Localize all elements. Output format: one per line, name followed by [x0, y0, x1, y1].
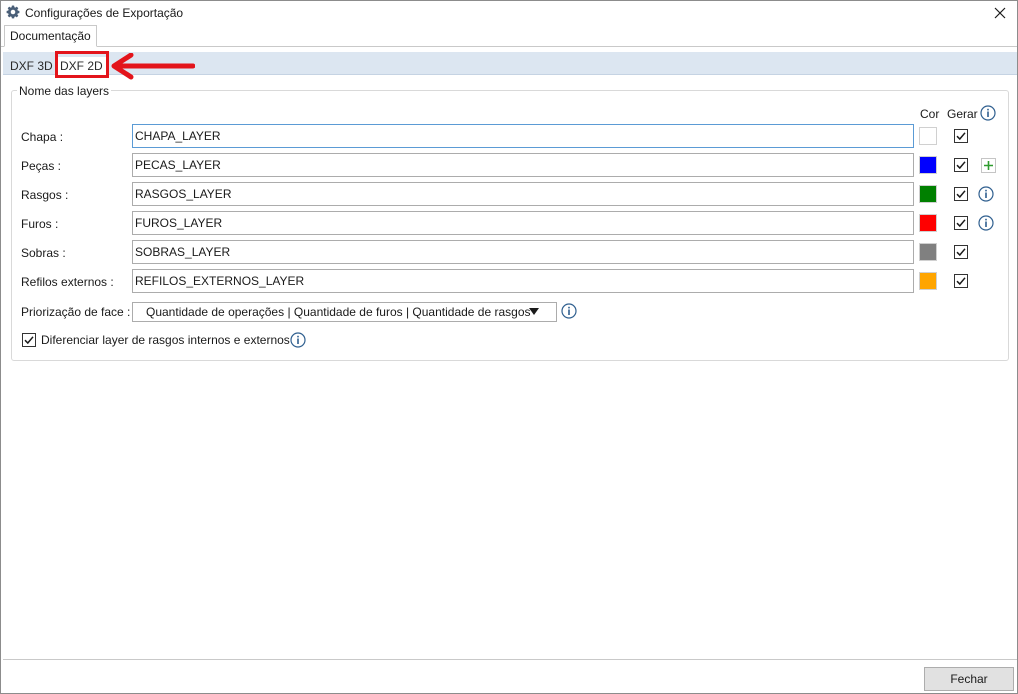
label-sobras: Sobras :: [21, 246, 66, 260]
checkmark-icon: [956, 132, 966, 141]
checkmark-icon: [956, 219, 966, 228]
export-settings-window: Configurações de Exportação Documentação…: [0, 0, 1018, 694]
chapa-color-swatch[interactable]: [919, 127, 937, 145]
info-icon[interactable]: [978, 186, 994, 202]
differentiate-rasgos-checkbox[interactable]: [22, 333, 36, 347]
column-header-gerar: Gerar: [947, 107, 978, 121]
refilos-externos-layer-input[interactable]: [132, 269, 914, 293]
close-icon: [994, 7, 1006, 19]
window-title: Configurações de Exportação: [25, 6, 184, 20]
gear-icon: [6, 5, 20, 19]
plus-icon: [984, 161, 993, 170]
chapa-layer-input[interactable]: [132, 124, 914, 148]
rasgos-gerar-checkbox[interactable]: [954, 187, 968, 201]
outer-tab-strip: Documentação: [1, 25, 1017, 47]
label-face-priority: Priorização de face :: [21, 305, 131, 319]
checkmark-icon: [956, 248, 966, 257]
checkmark-icon: [956, 190, 966, 199]
group-title: Nome das layers: [17, 84, 112, 98]
label-furos: Furos :: [21, 217, 59, 231]
info-icon[interactable]: [978, 215, 994, 231]
title-bar: Configurações de Exportação: [1, 1, 1017, 25]
red-arrow-annotation: [111, 53, 195, 80]
add-layer-button[interactable]: [981, 158, 996, 173]
label-refilos-externos: Refilos externos :: [21, 275, 114, 289]
checkmark-icon: [956, 161, 966, 170]
rasgos-color-swatch[interactable]: [919, 185, 937, 203]
close-window-button[interactable]: [983, 1, 1017, 25]
tab-documentacao[interactable]: Documentação: [4, 25, 97, 47]
info-icon[interactable]: [290, 332, 306, 348]
pecas-layer-input[interactable]: [132, 153, 914, 177]
furos-gerar-checkbox[interactable]: [954, 216, 968, 230]
label-chapa: Chapa :: [21, 130, 64, 144]
info-icon[interactable]: [561, 303, 577, 319]
chapa-gerar-checkbox[interactable]: [954, 129, 968, 143]
differentiate-rasgos-label[interactable]: Diferenciar layer de rasgos internos e e…: [41, 333, 290, 347]
sobras-gerar-checkbox[interactable]: [954, 245, 968, 259]
pecas-color-swatch[interactable]: [919, 156, 937, 174]
face-priority-select[interactable]: Quantidade de operações | Quantidade de …: [132, 302, 557, 322]
face-priority-value: Quantidade de operações | Quantidade de …: [146, 305, 531, 319]
label-rasgos: Rasgos :: [21, 188, 69, 202]
pecas-gerar-checkbox[interactable]: [954, 158, 968, 172]
furos-color-swatch[interactable]: [919, 214, 937, 232]
refilos-externos-gerar-checkbox[interactable]: [954, 274, 968, 288]
fechar-button[interactable]: Fechar: [924, 667, 1014, 691]
furos-layer-input[interactable]: [132, 211, 914, 235]
tab-dxf-3d[interactable]: DXF 3D: [10, 58, 53, 75]
footer-divider: [3, 659, 1017, 660]
chevron-down-icon: [529, 308, 539, 315]
column-header-cor: Cor: [920, 107, 940, 121]
refilos-externos-color-swatch[interactable]: [919, 272, 937, 290]
label-pecas: Peças :: [21, 159, 62, 173]
sobras-layer-input[interactable]: [132, 240, 914, 264]
tab-dxf-2d[interactable]: DXF 2D: [57, 57, 106, 76]
rasgos-layer-input[interactable]: [132, 182, 914, 206]
checkmark-icon: [956, 277, 966, 286]
info-icon[interactable]: [980, 105, 996, 121]
checkmark-icon: [24, 336, 34, 345]
sobras-color-swatch[interactable]: [919, 243, 937, 261]
